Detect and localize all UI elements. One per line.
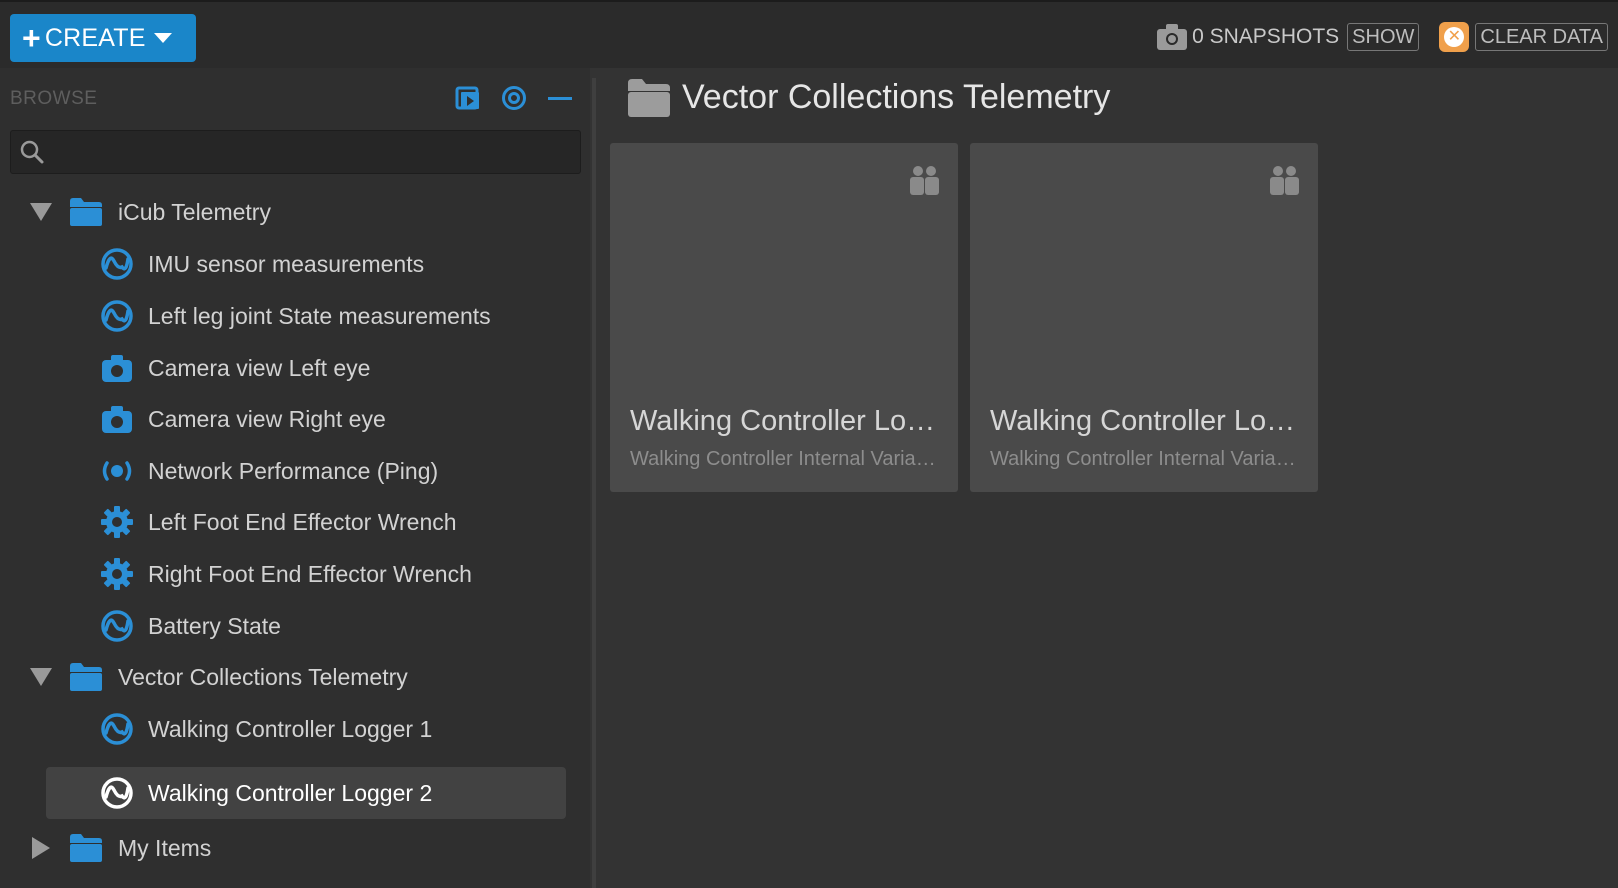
tree-item-left-leg[interactable]: Left leg joint State measurements (100, 290, 491, 342)
telemetry-icon (101, 777, 133, 809)
tree-item-label: Camera view Right eye (148, 405, 386, 432)
page-title: Vector Collections Telemetry (628, 78, 1110, 117)
folder-icon (70, 663, 102, 691)
snapshots-count: 0 SNAPSHOTS (1192, 25, 1340, 48)
object-card[interactable]: Walking Controller Logger 2 Walking Cont… (970, 143, 1318, 492)
tree-folder-icub-telemetry[interactable]: iCub Telemetry (28, 186, 271, 238)
tree-item-camera-right[interactable]: Camera view Right eye (100, 393, 386, 445)
tree-item-label: Left leg joint State measurements (148, 302, 491, 329)
folder-icon (70, 198, 102, 226)
tree-item-label: Battery State (148, 612, 281, 639)
create-button[interactable]: + CREATE (10, 14, 196, 62)
caret-down-icon (153, 33, 172, 43)
camera-icon (1157, 24, 1188, 50)
tree-item-right-foot[interactable]: Right Foot End Effector Wrench (100, 548, 472, 600)
search-icon (20, 140, 44, 164)
plus-icon: + (22, 20, 41, 56)
tree-folder-label: My Items (118, 834, 212, 861)
gear-icon (101, 558, 133, 590)
tree-folder-vector-collections[interactable]: Vector Collections Telemetry (28, 651, 408, 703)
clear-data-button[interactable]: CLEAR DATA (1475, 23, 1608, 51)
browse-label: BROWSE (10, 88, 98, 109)
telemetry-icon (101, 300, 133, 332)
tree-item-label: Walking Controller Logger 2 (148, 779, 433, 806)
show-snapshots-button[interactable]: SHOW (1347, 23, 1420, 51)
browse-tools (454, 84, 574, 112)
tree-item-label: Left Foot End Effector Wrench (148, 508, 457, 535)
create-label: CREATE (44, 23, 146, 52)
expand-arrow-icon[interactable] (28, 203, 54, 221)
snapshot-area: 0 SNAPSHOTS SHOW ✕ CLEAR DATA (1156, 22, 1608, 52)
network-icon (102, 461, 132, 481)
tree-item-walking-logger-2[interactable]: Walking Controller Logger 2 (46, 767, 566, 819)
expand-arrow-icon[interactable] (28, 837, 54, 859)
shared-users-icon (910, 166, 939, 195)
tree-folder-my-items[interactable]: My Items (28, 822, 211, 874)
close-icon: ✕ (1444, 27, 1465, 47)
card-subtitle: Walking Controller Internal Variables (630, 448, 945, 470)
new-tab-icon[interactable] (454, 84, 482, 112)
clear-data-icon[interactable]: ✕ (1439, 22, 1470, 52)
tree-item-imu-sensor[interactable]: IMU sensor measurements (100, 238, 424, 290)
collapse-icon[interactable] (546, 84, 574, 112)
pane-splitter[interactable] (592, 78, 596, 888)
telemetry-icon (101, 713, 133, 745)
telemetry-icon (101, 610, 133, 642)
tree-folder-label: iCub Telemetry (118, 198, 271, 225)
expand-arrow-icon[interactable] (28, 668, 54, 686)
top-toolbar: + CREATE 0 SNAPSHOTS SHOW ✕ CLEAR DATA (0, 0, 1618, 68)
tree-item-label: Right Foot End Effector Wrench (148, 560, 472, 587)
tree-item-network[interactable]: Network Performance (Ping) (100, 445, 438, 497)
target-icon[interactable] (500, 84, 528, 112)
tree-folder-label: Vector Collections Telemetry (118, 663, 408, 690)
tree-item-label: IMU sensor measurements (148, 250, 425, 277)
card-subtitle: Walking Controller Internal Variables (990, 448, 1305, 470)
tree-item-left-foot[interactable]: Left Foot End Effector Wrench (100, 496, 457, 548)
camera-icon (102, 355, 132, 382)
object-card[interactable]: Walking Controller Logger 1 Walking Cont… (610, 143, 958, 492)
tree-item-label: Camera view Left eye (148, 354, 371, 381)
folder-icon (70, 834, 102, 862)
folder-icon (628, 78, 670, 117)
card-title: Walking Controller Logger 1 (630, 405, 945, 437)
tree-item-label: Walking Controller Logger 1 (148, 715, 433, 742)
gear-icon (101, 506, 133, 538)
page-title-text: Vector Collections Telemetry (682, 78, 1111, 116)
camera-icon (102, 406, 132, 433)
telemetry-icon (101, 248, 133, 280)
tree-item-walking-logger-1[interactable]: Walking Controller Logger 1 (100, 703, 432, 755)
card-title: Walking Controller Logger 2 (990, 405, 1305, 437)
tree-item-camera-left[interactable]: Camera view Left eye (100, 342, 370, 394)
tree-item-battery[interactable]: Battery State (100, 600, 281, 652)
shared-users-icon (1270, 166, 1299, 195)
search-input[interactable] (10, 130, 581, 174)
tree-item-label: Network Performance (Ping) (148, 457, 439, 484)
